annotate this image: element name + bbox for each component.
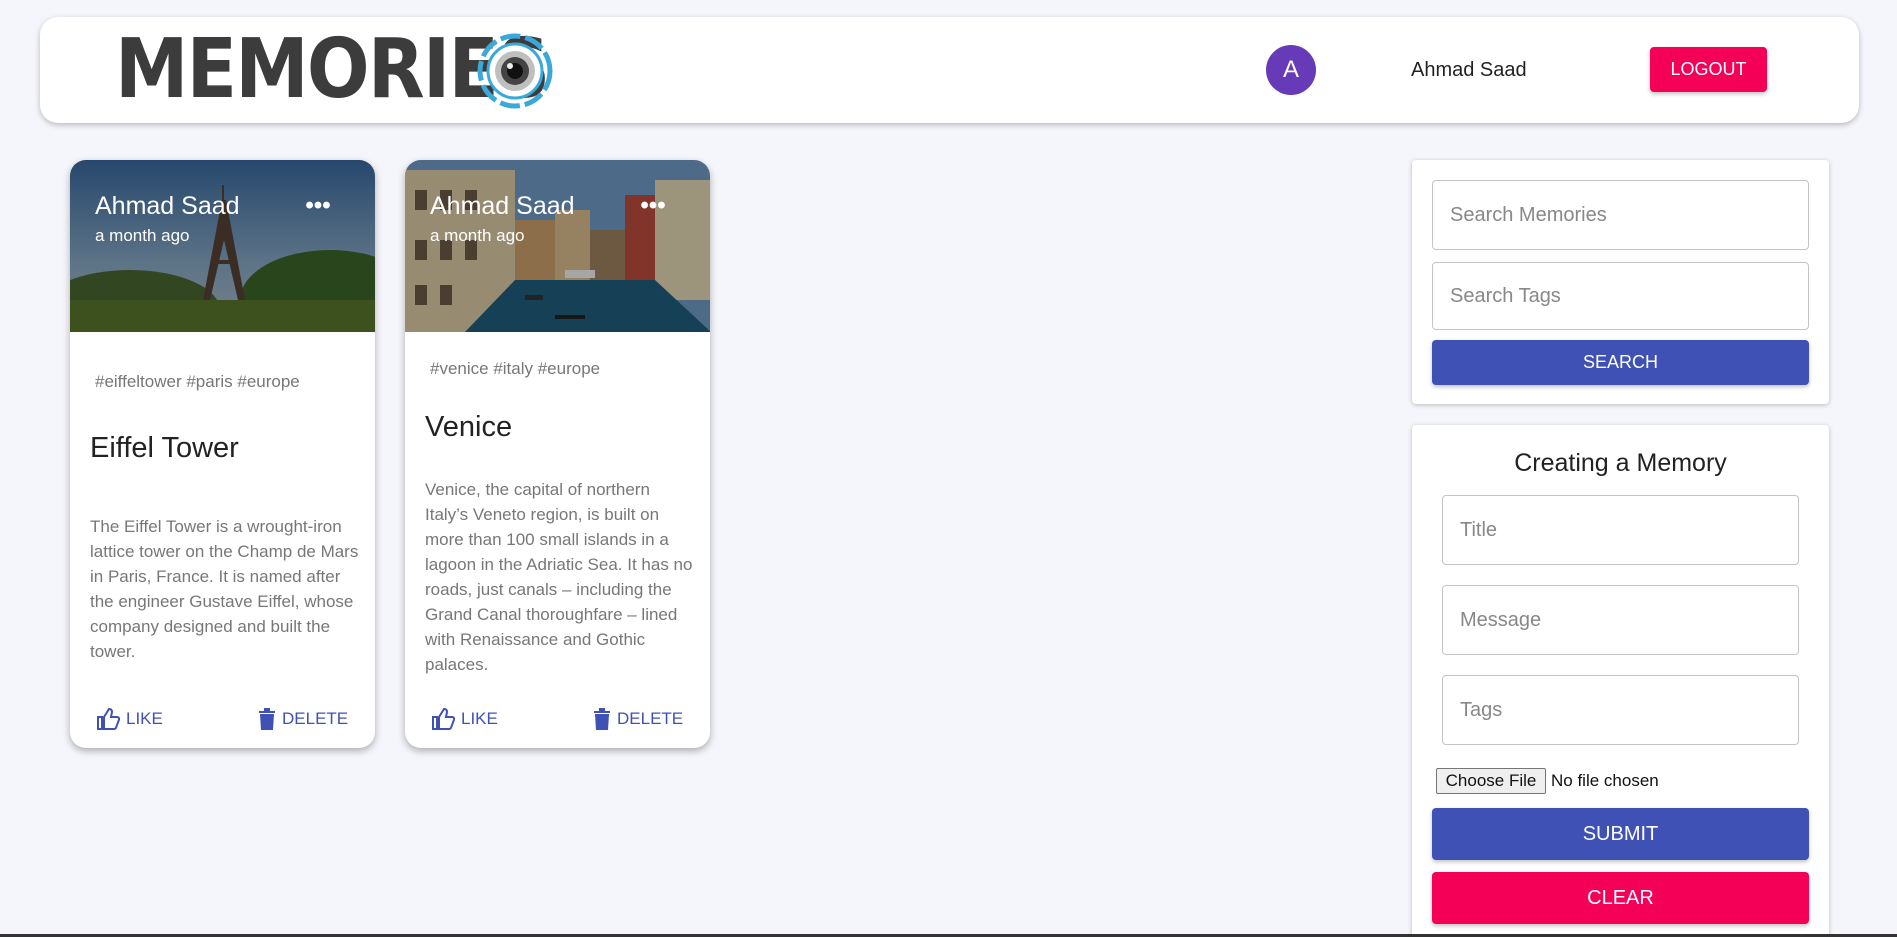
thumb-up-icon [432, 708, 455, 730]
post-message: The Eiffel Tower is a wrought-iron latti… [90, 517, 359, 661]
delete-icon [594, 708, 610, 730]
memory-form: Creating a Memory Title Message Tags Cho… [1412, 425, 1829, 937]
post-tags: #venice #italy #europe [430, 359, 601, 378]
delete-button[interactable]: DELETE [593, 708, 683, 730]
venice-image [405, 160, 710, 332]
more-horizontal-icon[interactable]: ••• [633, 194, 673, 218]
post-author: Ahmad Saad [95, 192, 240, 220]
post-time: a month ago [95, 226, 190, 245]
post-image: Ahmad Saad a month ago ••• [405, 160, 710, 332]
search-panel: Search Memories Search Tags SEARCH [1412, 160, 1829, 404]
message-input[interactable]: Message [1442, 585, 1799, 655]
like-label: LIKE [461, 709, 498, 728]
more-horizontal-icon[interactable]: ••• [298, 194, 338, 218]
post-message: Venice, the capital of northern Italy’s … [425, 480, 693, 674]
clear-button[interactable]: CLEAR [1432, 872, 1809, 924]
post-time: a month ago [430, 226, 525, 245]
delete-icon [259, 708, 275, 730]
form-title: Creating a Memory [1514, 449, 1727, 477]
camera-lens-icon [477, 33, 553, 109]
like-button[interactable]: LIKE [431, 708, 498, 730]
post-card: Ahmad Saad a month ago ••• #eiffeltower … [70, 160, 375, 748]
post-image: Ahmad Saad a month ago ••• [70, 160, 375, 332]
like-label: LIKE [126, 709, 163, 728]
file-status: No file chosen [1551, 771, 1659, 790]
post-title: Eiffel Tower [90, 432, 239, 464]
eiffel-tower-image [70, 160, 375, 332]
title-input[interactable]: Title [1442, 495, 1799, 565]
search-memories-input[interactable]: Search Memories [1432, 180, 1809, 250]
post-author: Ahmad Saad [430, 192, 575, 220]
logout-button[interactable]: LOGOUT [1650, 47, 1767, 92]
delete-button[interactable]: DELETE [258, 708, 348, 730]
user-avatar[interactable]: A [1266, 45, 1316, 95]
delete-label: DELETE [282, 709, 349, 728]
choose-file-button[interactable]: Choose File [1436, 768, 1546, 794]
user-name: Ahmad Saad [1411, 59, 1527, 81]
search-button[interactable]: SEARCH [1432, 340, 1809, 385]
tags-input[interactable]: Tags [1442, 675, 1799, 745]
delete-label: DELETE [617, 709, 684, 728]
post-tags: #eiffeltower #paris #europe [95, 372, 300, 391]
like-button[interactable]: LIKE [96, 708, 163, 730]
search-tags-input[interactable]: Search Tags [1432, 262, 1809, 330]
post-card: Ahmad Saad a month ago ••• #venice #ital… [405, 160, 710, 748]
post-title: Venice [425, 411, 513, 443]
submit-button[interactable]: SUBMIT [1432, 808, 1809, 860]
thumb-up-icon [97, 708, 120, 730]
app-bar: MEMORIES A Ahmad Saad LOGOUT [40, 17, 1859, 123]
